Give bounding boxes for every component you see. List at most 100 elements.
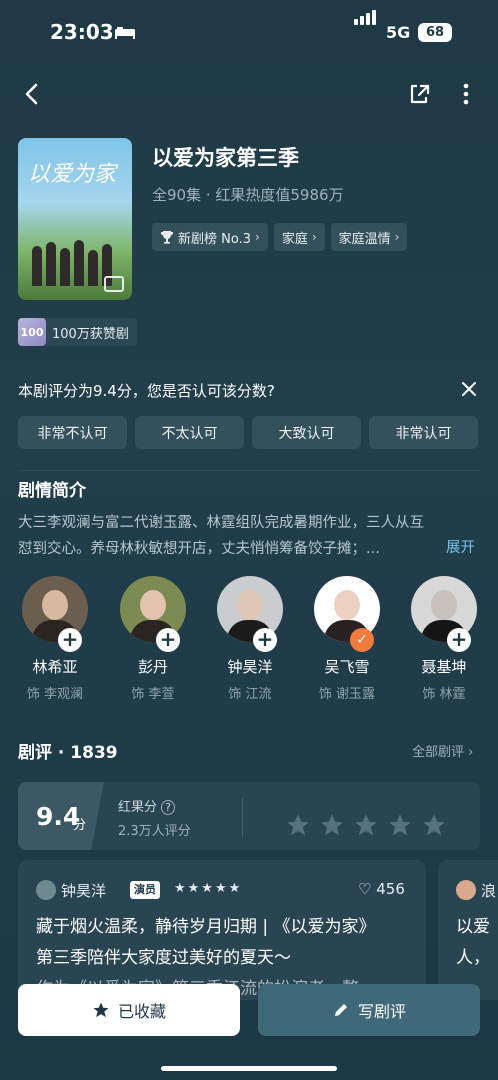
poster-play-icon [104,276,124,292]
cast-role: 饰 李观澜 [26,687,84,702]
divider [18,470,480,471]
review-author: 浪 [481,882,497,900]
trophy-icon [161,231,173,244]
divider [242,798,243,836]
cast-member[interactable]: + 钟昊洋 饰 江流 [210,576,290,702]
all-reviews-label: 全部剧评 [412,745,465,760]
follow-plus-icon[interactable]: + [58,628,82,652]
rating-options: 非常不认可 不太认可 大致认可 非常认可 [18,416,478,449]
rate-stars[interactable] [284,812,448,838]
cast-name: 林希亚 [32,658,78,676]
sleep-focus-icon [115,27,135,39]
top-nav [0,72,498,116]
follow-plus-icon[interactable]: + [253,628,277,652]
chevron-right-icon: › [468,745,474,760]
star-icon[interactable] [352,812,380,838]
share-icon[interactable] [405,80,433,108]
show-meta: 全90集 · 红果热度值5986万 [152,186,344,204]
review-line: 藏于烟火温柔，静待岁月归期 | 《以爱为家》 [36,917,376,937]
award-label: 100万获赞剧 [52,326,129,342]
tag-genre[interactable]: 家庭 › [273,223,325,251]
award-badge[interactable]: 100 100万获赞剧 [18,318,137,346]
bottom-action-bar: 已收藏 写剧评 [0,984,498,1080]
reviews-title: 剧评 · 1839 [18,743,118,763]
follow-plus-icon[interactable]: + [447,628,471,652]
cast-role: 饰 林霆 [422,687,466,702]
cast-member[interactable]: + 聂基坤 饰 林霆 [404,576,484,702]
cast-role: 饰 李萱 [131,687,175,702]
show-header: 以爱为家 以爱为家第三季 全90集 · 红果热度值5986万 新剧榜 No.3 … [18,138,478,308]
favorite-label: 已收藏 [117,1002,166,1021]
rating-option-strongly-agree[interactable]: 非常认可 [369,416,478,449]
back-chevron-icon[interactable] [18,80,46,108]
award-logo: 100 [18,318,46,346]
cast-member[interactable]: ✓ 吴飞雪 饰 谢玉露 [307,576,387,702]
battery-icon: 68 [418,23,452,42]
review-author: 钟昊洋 [61,882,107,900]
rating-question: 本剧评分为9.4分，您是否认可该分数? [18,382,275,400]
score-label-text: 红果分 [118,800,158,815]
help-icon: ? [161,800,175,815]
star-icon[interactable] [386,812,414,838]
star-filled-icon [93,1002,109,1018]
synopsis-title: 剧情简介 [18,481,86,501]
status-bar: 23:03 5G 68 [0,0,498,64]
star-icon[interactable] [318,812,346,838]
review-card[interactable]: 浪 以爱 人， [438,860,498,1000]
cast-name: 钟昊洋 [227,658,273,676]
show-poster[interactable]: 以爱为家 [18,138,132,300]
cast-role: 饰 谢玉露 [318,687,376,702]
review-line: 第三季陪伴大家度过美好的夏天～ [36,948,291,968]
cast-name: 彭丹 [137,658,168,676]
rating-option-strongly-disagree[interactable]: 非常不认可 [18,416,127,449]
cast-role: 饰 江流 [228,687,272,702]
chevron-right-icon: › [394,230,400,244]
cast-member[interactable]: + 彭丹 饰 李萱 [113,576,193,702]
more-icon[interactable] [452,80,480,108]
poster-title: 以爱为家 [28,162,117,187]
favorite-button[interactable]: 已收藏 [18,984,240,1036]
tag-subgenre[interactable]: 家庭温情 › [330,223,408,251]
tag-ranking[interactable]: 新剧榜 No.3 › [152,223,268,251]
review-line: 以爱 [456,917,490,937]
heart-icon: ♡ [358,880,372,898]
close-icon[interactable] [460,380,478,398]
rating-option-disagree[interactable]: 不太认可 [135,416,244,449]
all-reviews-link[interactable]: 全部剧评 › [412,741,473,760]
review-card[interactable]: 钟昊洋 演员 ★★★★★ ♡ 456 藏于烟火温柔，静待岁月归期 | 《以爱为家… [18,860,426,1000]
synopsis-line: 怼到交心。养母林秋敏想开店，丈夫悄悄筹备饺子摊；... [18,541,380,557]
cast-member[interactable]: + 林希亚 饰 李观澜 [15,576,95,702]
status-time: 23:03 [50,20,114,44]
rating-option-agree[interactable]: 大致认可 [252,416,361,449]
show-tags: 新剧榜 No.3 › 家庭 › 家庭温情 › [152,223,408,251]
expand-link[interactable]: 展开 [446,536,475,557]
write-review-label: 写剧评 [357,1002,406,1021]
star-icon[interactable] [420,812,448,838]
actor-badge: 演员 [130,881,160,899]
show-title: 以爱为家第三季 [152,146,299,170]
cast-list: + 林希亚 饰 李观澜 + 彭丹 饰 李萱 + 钟昊洋 饰 江流 ✓ 吴飞雪 饰… [0,576,498,716]
home-indicator[interactable] [161,1066,337,1071]
review-line: 人， [456,948,490,968]
cast-name: 聂基坤 [421,658,467,676]
pencil-icon [334,1004,347,1016]
star-icon[interactable] [284,812,312,838]
follow-plus-icon[interactable]: + [156,628,180,652]
score-count: 2.3万人评分 [118,824,191,839]
followed-check-icon[interactable]: ✓ [350,628,374,652]
like-button[interactable]: ♡ 456 [358,880,405,898]
synopsis-text[interactable]: 大三李观澜与富二代谢玉露、林霆组队完成暑期作业，三人从互 怼到交心。养母林秋敏想… [18,510,480,562]
score-unit: 分 [73,818,87,833]
synopsis-line: 大三李观澜与富二代谢玉露、林霆组队完成暑期作业，三人从互 [18,515,424,531]
review-text: 以爱 人， [456,912,498,974]
tag-label: 新剧榜 No.3 [178,231,251,247]
like-count: 456 [376,880,405,898]
score-card: 9.4 分 红果分 ? 2.3万人评分 [18,782,480,850]
network-type: 5G [386,23,411,42]
cast-name: 吴飞雪 [324,658,370,676]
tag-label: 家庭 [281,231,308,247]
score-label[interactable]: 红果分 ? [118,796,175,815]
chevron-right-icon: › [255,230,260,244]
write-review-button[interactable]: 写剧评 [258,984,480,1036]
avatar [456,880,476,900]
